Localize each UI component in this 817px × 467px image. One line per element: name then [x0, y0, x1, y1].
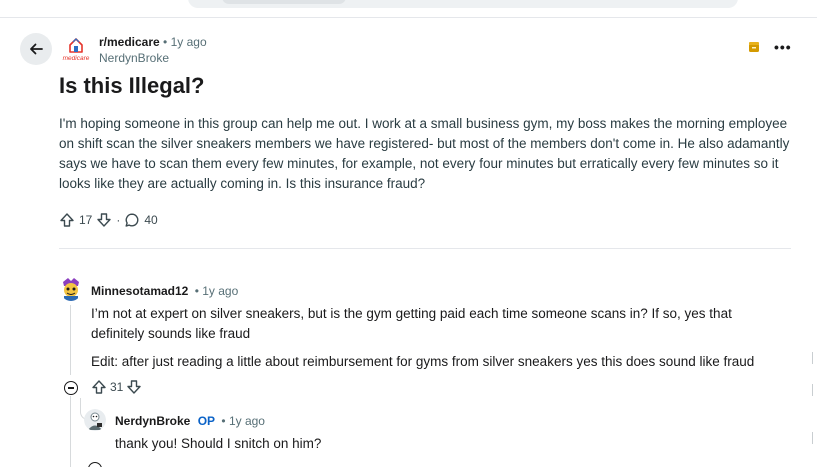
scrollbar-fragment	[812, 384, 817, 396]
comment-score: 31	[110, 380, 124, 394]
comment-actions: 31	[91, 379, 142, 395]
comment-text: thank you! Should I snitch on him?	[115, 436, 322, 451]
post-title: Is this Illegal?	[59, 73, 205, 98]
scrollbar-fragment	[812, 352, 817, 364]
actions-separator: ·	[116, 213, 121, 227]
post-body: I'm hoping someone in this group can hel…	[59, 116, 790, 191]
more-options-button[interactable]: •••	[774, 40, 792, 54]
upvote-count: 17	[79, 213, 93, 227]
arrow-left-icon	[28, 41, 44, 57]
downvote-icon[interactable]	[96, 212, 112, 228]
comment-text: I’m not at expert on silver sneakers, bu…	[91, 306, 732, 341]
back-button[interactable]	[20, 33, 52, 65]
op-badge: OP	[197, 414, 216, 428]
comment-author[interactable]: Minnesotamad12	[91, 284, 188, 298]
avatar[interactable]	[84, 409, 106, 431]
avatar[interactable]	[60, 277, 82, 301]
downvote-icon[interactable]	[126, 379, 142, 395]
top-bar	[0, 0, 817, 18]
post-author[interactable]: NerdynBroke	[99, 51, 169, 65]
comment-age: 1y ago	[202, 284, 239, 298]
svg-text:medicare: medicare	[63, 55, 90, 62]
post-actions: 17 · 40	[59, 212, 158, 228]
collapse-thread-button[interactable]	[88, 462, 102, 467]
search-input[interactable]	[222, 0, 346, 4]
upvote-icon[interactable]	[59, 212, 75, 228]
comment-meta: Minnesotamad12 • 1y ago	[91, 284, 238, 298]
upvote-icon[interactable]	[91, 379, 107, 395]
meta-separator-dot: •	[163, 35, 171, 49]
comment-text: Edit: after just reading a little about …	[91, 354, 755, 369]
subreddit-link[interactable]: r/medicare	[99, 35, 160, 49]
scrollbar-fragment	[812, 432, 817, 444]
comment-author[interactable]: NerdynBroke	[115, 414, 190, 428]
post-header-actions: •••	[748, 40, 792, 54]
community-avatar[interactable]: medicare	[62, 33, 90, 63]
comment-age: 1y ago	[228, 414, 265, 428]
comment-count[interactable]: 40	[144, 213, 157, 227]
thread-line[interactable]	[70, 396, 71, 467]
award-icon[interactable]	[748, 41, 760, 53]
collapse-thread-button[interactable]	[64, 381, 78, 395]
comment-meta: NerdynBroke OP • 1y ago	[115, 414, 265, 428]
thread-line[interactable]	[70, 305, 71, 375]
divider	[59, 248, 791, 249]
comment-icon[interactable]	[124, 212, 140, 228]
post-age: 1y ago	[170, 35, 207, 49]
meta-separator-dot: •	[221, 414, 229, 428]
post-meta: r/medicare • 1y ago	[99, 35, 207, 49]
